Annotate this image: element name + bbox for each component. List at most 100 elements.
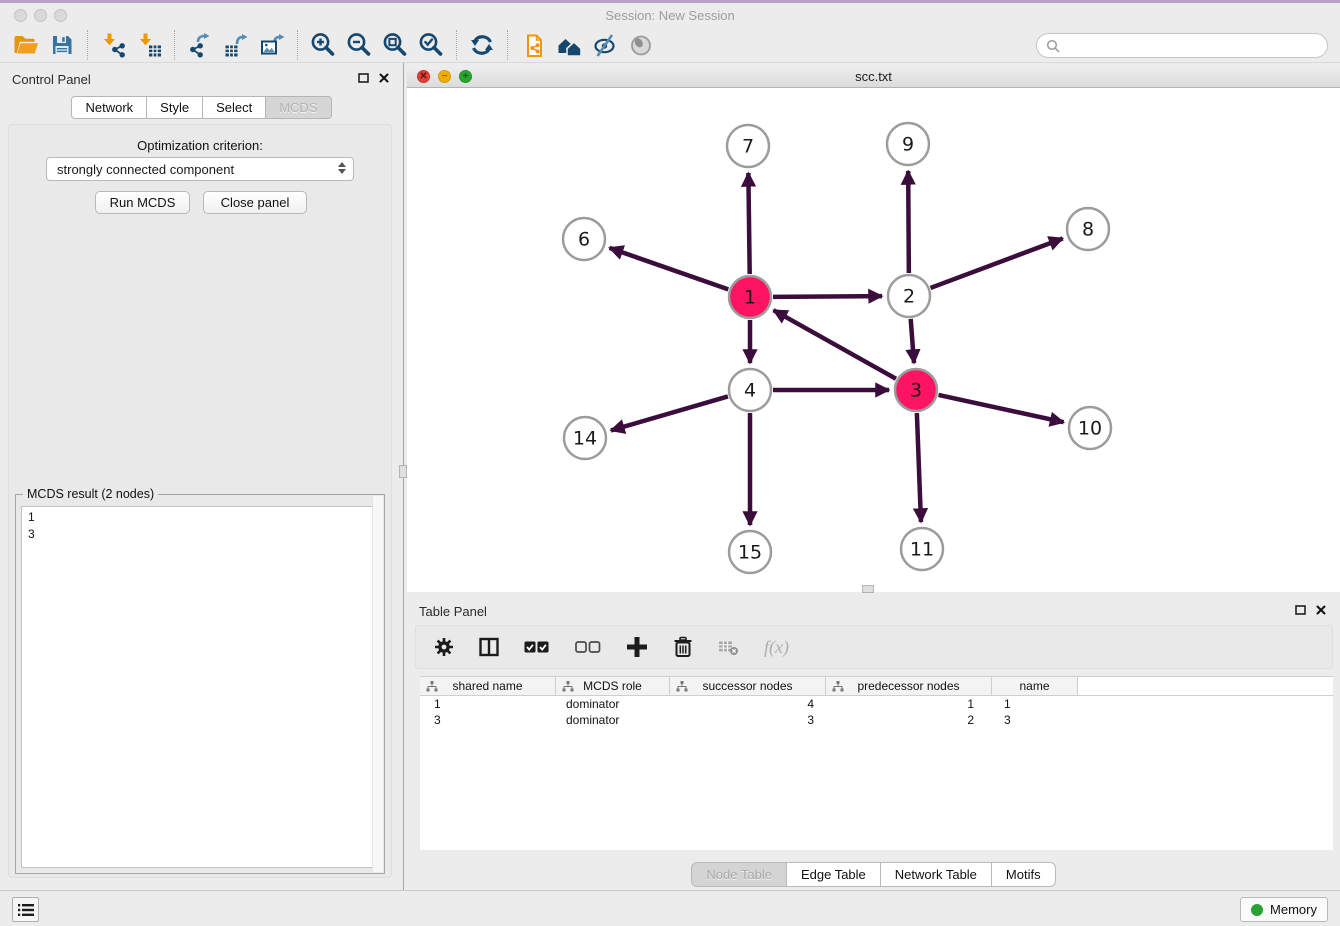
add-column-button[interactable] <box>626 636 648 658</box>
import-table-icon <box>136 32 162 58</box>
table-cell[interactable]: 1 <box>420 697 556 711</box>
toolbar-separator <box>174 30 175 60</box>
graph-edge-2-3[interactable] <box>911 319 914 363</box>
show-all-button-disabled[interactable] <box>623 29 659 61</box>
tab-motifs[interactable]: Motifs <box>992 862 1056 887</box>
import-table-button[interactable] <box>131 29 167 61</box>
dropdown-stepper-icon <box>338 162 346 174</box>
tab-network-table[interactable]: Network Table <box>881 862 992 887</box>
float-panel-icon[interactable] <box>358 73 369 83</box>
network-window: ✕ − + scc.txt 1234678910111415 <box>407 66 1340 592</box>
mcds-result-text[interactable]: 13 <box>21 506 379 868</box>
tab-select[interactable]: Select <box>203 96 266 119</box>
import-network-button[interactable] <box>95 29 131 61</box>
zoom-in-button[interactable] <box>305 29 341 61</box>
zoom-selected-icon <box>417 31 445 59</box>
table-settings-button[interactable] <box>434 637 454 657</box>
zoom-fit-button[interactable] <box>377 29 413 61</box>
graph-edge-3-10[interactable] <box>938 395 1063 422</box>
delete-table-button-disabled[interactable] <box>718 638 739 656</box>
export-table-button[interactable] <box>218 29 254 61</box>
select-all-button[interactable] <box>524 638 550 656</box>
table-cell[interactable]: 4 <box>670 697 826 711</box>
search-field[interactable] <box>1060 38 1327 53</box>
node-table-header[interactable]: shared nameMCDS rolesuccessor nodesprede… <box>420 676 1333 696</box>
export-table-icon <box>223 32 249 58</box>
status-bar: Memory <box>0 890 1340 926</box>
table-cell[interactable]: dominator <box>556 697 670 711</box>
memory-button[interactable]: Memory <box>1240 897 1328 922</box>
save-session-button[interactable] <box>44 29 80 61</box>
open-file-button[interactable] <box>8 29 44 61</box>
network-canvas[interactable]: 1234678910111415 <box>407 88 1340 592</box>
graph-edge-3-11[interactable] <box>917 413 921 522</box>
table-cell[interactable]: 3 <box>420 713 556 727</box>
graph-edge-1-2[interactable] <box>773 296 882 297</box>
table-cell[interactable]: 1 <box>992 697 1078 711</box>
close-table-panel-icon[interactable] <box>1316 605 1326 615</box>
table-cell[interactable]: 3 <box>992 713 1078 727</box>
graph-node-label-3: 3 <box>910 380 922 402</box>
export-image-button[interactable] <box>254 29 290 61</box>
graph-edge-2-8[interactable] <box>931 238 1063 287</box>
column-header-MCDS-role[interactable]: MCDS role <box>556 677 670 695</box>
zoom-selected-button[interactable] <box>413 29 449 61</box>
app-titlebar: Session: New Session <box>0 3 1340 28</box>
homes-icon <box>556 32 583 58</box>
table-cell[interactable]: 1 <box>826 697 992 711</box>
node-table-body[interactable]: 1dominator4113dominator323 <box>420 696 1333 850</box>
run-mcds-button[interactable]: Run MCDS <box>95 191 190 214</box>
task-history-button[interactable] <box>12 897 39 922</box>
control-tabs: NetworkStyleSelectMCDS <box>0 96 403 119</box>
table-cell[interactable]: 3 <box>670 713 826 727</box>
zoom-out-button[interactable] <box>341 29 377 61</box>
network-titlebar[interactable]: ✕ − + scc.txt <box>407 66 1340 88</box>
column-header-predecessor-nodes[interactable]: predecessor nodes <box>826 677 992 695</box>
graph-edge-3-1[interactable] <box>774 310 896 379</box>
copy-network-button[interactable] <box>515 29 551 61</box>
deselect-all-button[interactable] <box>575 638 601 656</box>
search-input[interactable] <box>1036 33 1328 58</box>
graph-edge-1-7[interactable] <box>748 173 749 274</box>
graph-edge-4-14[interactable] <box>611 396 728 430</box>
table-row[interactable]: 3dominator323 <box>420 712 1333 728</box>
attribute-tree-icon <box>426 681 438 692</box>
tab-style[interactable]: Style <box>147 96 203 119</box>
splitter-grabber-vertical[interactable] <box>399 465 407 478</box>
graph-node-label-11: 11 <box>910 539 934 561</box>
first-neighbors-button[interactable] <box>551 29 587 61</box>
unchecked-boxes-icon <box>575 638 601 656</box>
table-cell[interactable]: 2 <box>826 713 992 727</box>
export-network-button[interactable] <box>182 29 218 61</box>
delete-column-button[interactable] <box>673 636 693 658</box>
folder-open-icon <box>13 33 39 57</box>
graph-edge-1-6[interactable] <box>609 248 728 290</box>
save-icon <box>50 33 74 57</box>
network-graph: 1234678910111415 <box>407 88 1340 592</box>
column-header-name[interactable]: name <box>992 677 1078 695</box>
graph-edge-2-9[interactable] <box>908 171 909 273</box>
result-scrollbar[interactable] <box>372 496 383 872</box>
close-panel-button[interactable]: Close panel <box>203 191 307 214</box>
column-header-shared-name[interactable]: shared name <box>420 677 556 695</box>
close-panel-icon[interactable] <box>379 73 389 83</box>
network-title: scc.txt <box>407 69 1340 84</box>
float-table-panel-icon[interactable] <box>1295 605 1306 615</box>
gear-icon <box>434 637 454 657</box>
main-toolbar <box>0 28 1340 63</box>
graph-node-label-10: 10 <box>1078 418 1102 440</box>
criterion-dropdown[interactable]: strongly connected component <box>46 157 354 181</box>
refresh-button[interactable] <box>464 29 500 61</box>
tab-node-table[interactable]: Node Table <box>691 862 787 887</box>
splitter-grabber-horizontal[interactable] <box>862 585 874 593</box>
tab-network[interactable]: Network <box>71 96 147 119</box>
hide-selected-button[interactable] <box>587 29 623 61</box>
tab-edge-table[interactable]: Edge Table <box>787 862 881 887</box>
table-row[interactable]: 1dominator411 <box>420 696 1333 712</box>
function-builder-button-disabled[interactable]: f(x) <box>764 637 789 658</box>
table-cell[interactable]: dominator <box>556 713 670 727</box>
column-layout-button[interactable] <box>479 637 499 657</box>
eye-disabled-icon <box>628 32 654 58</box>
tab-mcds[interactable]: MCDS <box>266 96 331 119</box>
column-header-successor-nodes[interactable]: successor nodes <box>670 677 826 695</box>
